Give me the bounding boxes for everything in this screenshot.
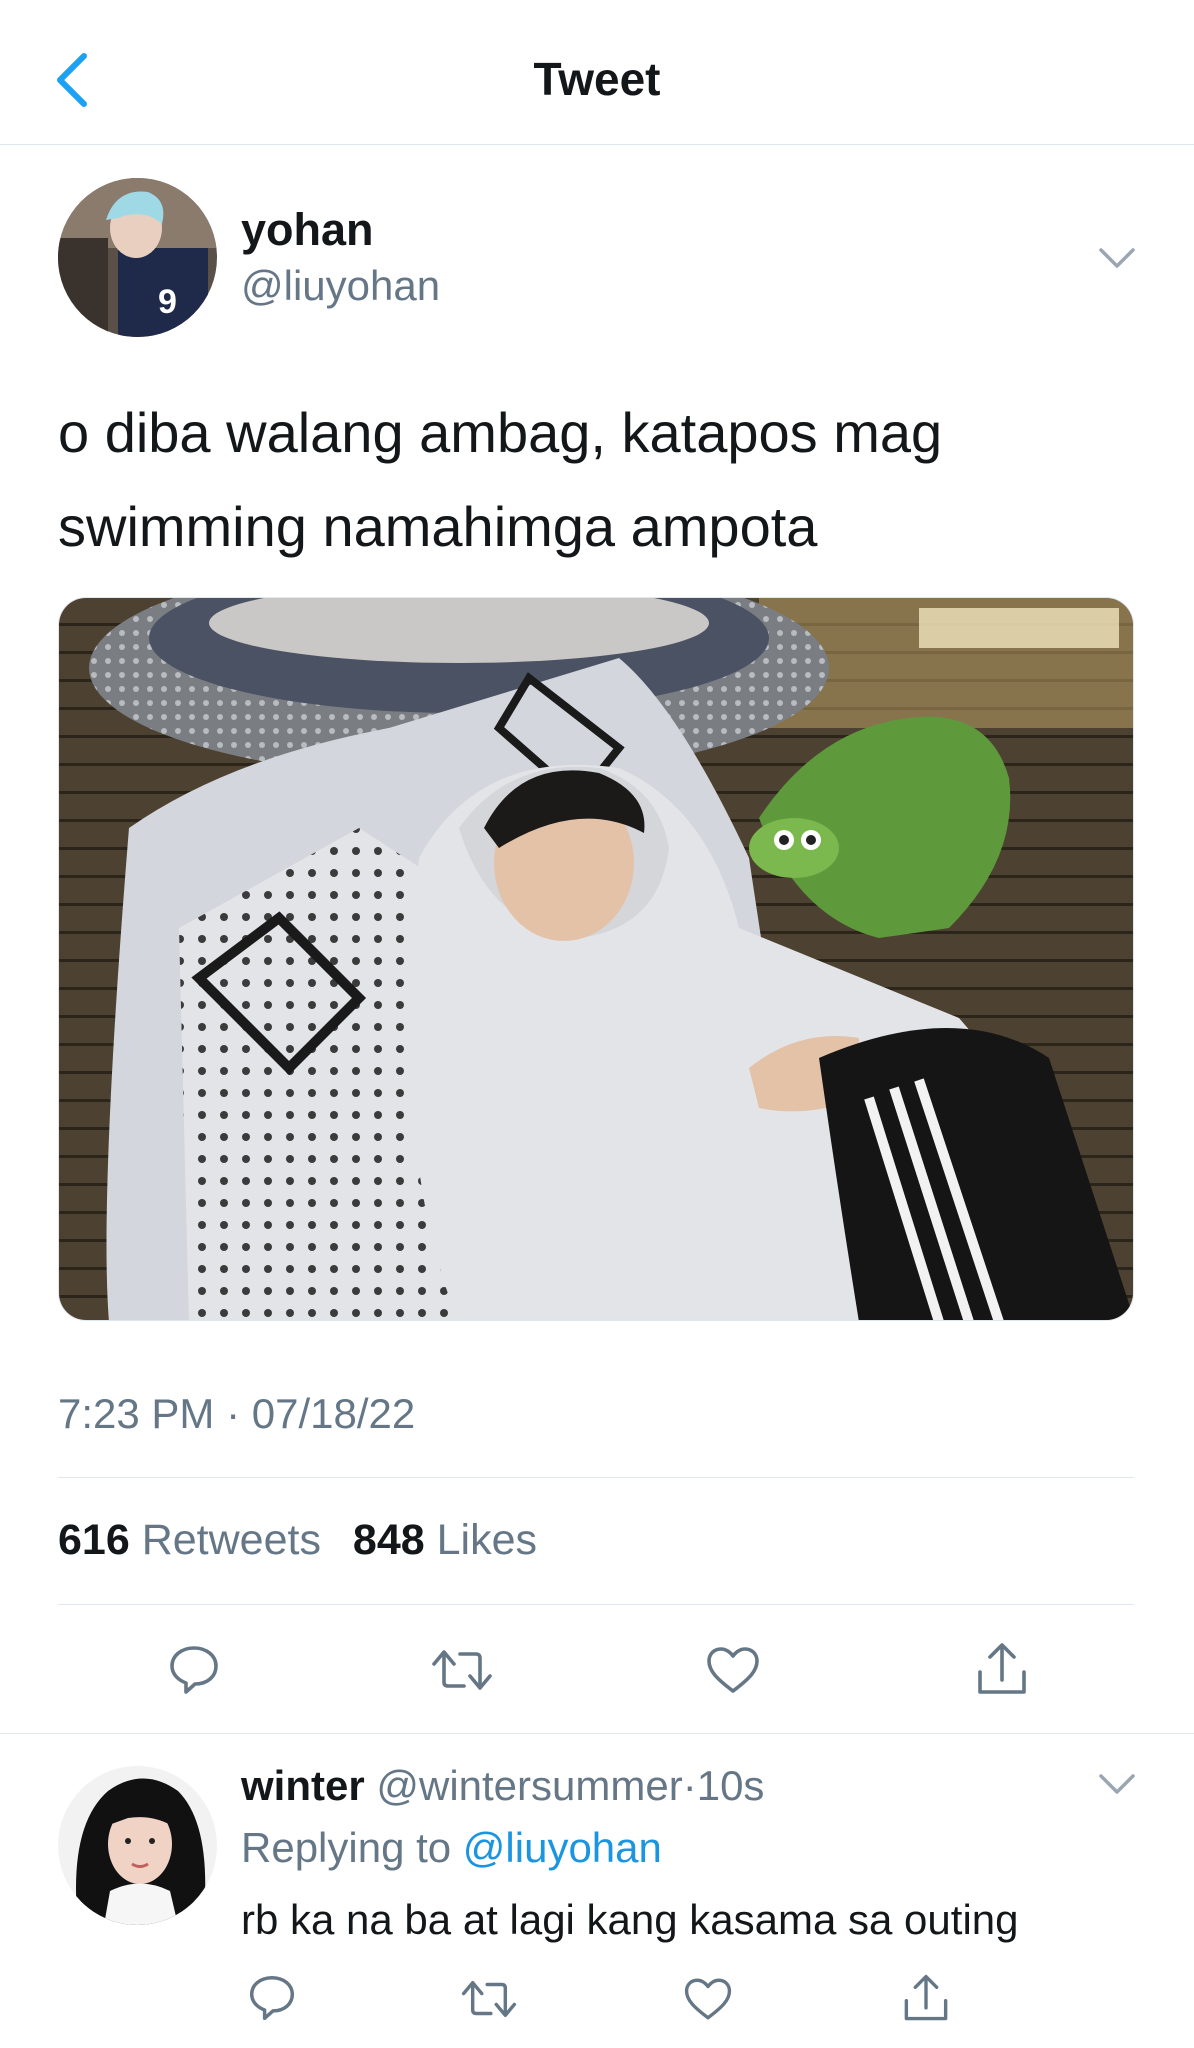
author-handle[interactable]: @liuyohan	[241, 262, 440, 310]
reply-author-avatar[interactable]	[58, 1766, 217, 1925]
retweet-icon	[432, 1650, 492, 1690]
reply-retweet-button[interactable]	[458, 1974, 520, 2024]
comment-icon	[249, 1975, 295, 2021]
page-title: Tweet	[533, 53, 661, 105]
tweet-text: o diba walang ambag, katapos mag swimmin…	[58, 386, 1138, 574]
tweet-text-line: o diba walang ambag, katapos mag	[58, 401, 943, 464]
replying-prefix: Replying to	[241, 1824, 452, 1871]
like-button[interactable]	[702, 1642, 764, 1698]
retweet-icon	[461, 1980, 517, 2018]
share-icon	[904, 1974, 948, 2021]
engagement-stats: 616 Retweets 848 Likes	[58, 1516, 557, 1565]
tweet-detail-screen: Tweet 9 yohan @liuyohan o diba walang am…	[0, 0, 1194, 2048]
heart-icon	[707, 1647, 759, 1693]
reply-time: 10s	[696, 1762, 765, 1809]
likes-label: Likes	[436, 1516, 537, 1564]
divider	[58, 1477, 1134, 1478]
divider	[0, 1733, 1194, 1734]
replying-mention[interactable]: @liuyohan	[463, 1824, 662, 1871]
author-avatar[interactable]: 9	[58, 178, 217, 337]
share-button[interactable]	[972, 1638, 1032, 1700]
replying-to: Replying to @liuyohan	[241, 1824, 662, 1872]
reply-header: winter @wintersummer·10s	[241, 1762, 764, 1810]
svg-text:9: 9	[158, 283, 177, 321]
share-icon	[978, 1643, 1026, 1694]
reply-text: rb ka na ba at lagi kang kasama sa outin…	[241, 1896, 1019, 1943]
tweet-photo[interactable]	[58, 597, 1134, 1321]
chevron-down-icon[interactable]	[1097, 246, 1137, 272]
author-display-name[interactable]: yohan	[241, 204, 374, 256]
reply-display-name[interactable]: winter	[241, 1762, 365, 1809]
tweet-text-line: swimming namahimga ampota	[58, 495, 818, 558]
reply-share-button[interactable]	[898, 1970, 954, 2026]
retweets-stat[interactable]: 616 Retweets	[58, 1516, 321, 1564]
likes-stat[interactable]: 848 Likes	[353, 1516, 537, 1564]
divider	[58, 1604, 1134, 1605]
retweets-count: 616	[58, 1516, 130, 1564]
chevron-down-icon[interactable]	[1097, 1772, 1137, 1798]
top-nav-bar: Tweet	[0, 0, 1194, 145]
reply-like-button[interactable]	[680, 1974, 736, 2024]
likes-count: 848	[352, 1516, 425, 1564]
comment-icon	[170, 1646, 218, 1694]
retweets-label: Retweets	[141, 1516, 321, 1564]
reply-reply-button[interactable]	[244, 1972, 300, 2024]
reply-handle[interactable]: @wintersummer	[376, 1762, 682, 1809]
retweet-button[interactable]	[428, 1642, 496, 1698]
reply-button[interactable]	[164, 1642, 224, 1698]
tweet-timestamp: 7:23 PM · 07/18/22	[58, 1390, 416, 1437]
heart-icon	[684, 1978, 732, 2020]
reply-separator: ·	[682, 1762, 697, 1809]
